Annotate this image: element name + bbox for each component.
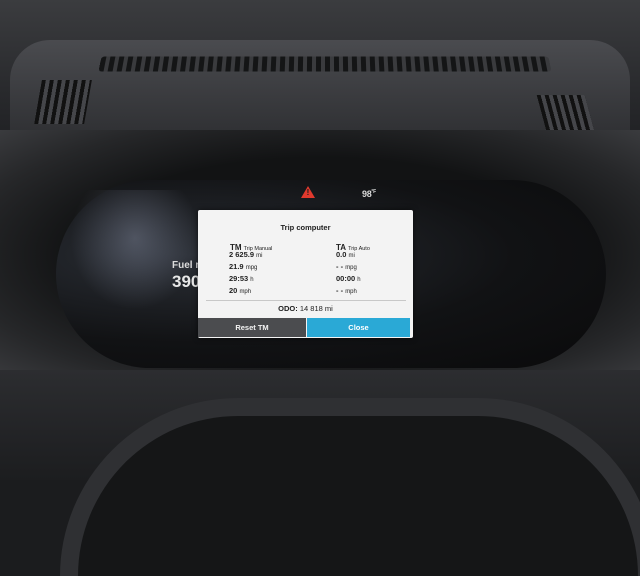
tm-speed: 20 mph	[229, 286, 251, 295]
tm-consumption-unit: mpg	[245, 265, 258, 271]
tm-speed-value: 20	[229, 286, 238, 295]
ta-time: 00:00 h	[336, 274, 361, 283]
tm-speed-unit: mph	[239, 289, 252, 295]
defrost-vent	[98, 56, 552, 72]
fuel-range-value: 390	[172, 272, 198, 291]
ta-consumption-unit: mpg	[345, 265, 357, 271]
tm-consumption: 21.9 mpg	[229, 262, 257, 271]
tm-distance: 2 625.9 mi	[229, 250, 262, 259]
ta-time-unit: h	[357, 277, 361, 283]
tm-distance-unit: mi	[256, 253, 263, 259]
temperature-unit: °F	[371, 189, 376, 195]
steering-wheel	[60, 398, 640, 576]
dialog-divider	[206, 300, 406, 301]
close-button[interactable]: Close	[307, 318, 410, 337]
tm-time-value: 29:53	[229, 274, 249, 283]
tm-distance-value: 2 625.9	[229, 250, 255, 259]
ta-distance-unit: mi	[348, 253, 355, 259]
ta-distance: 0.0 mi	[336, 250, 355, 259]
tm-time-unit: h	[250, 277, 254, 283]
odometer-value: 14 818	[299, 304, 323, 313]
tm-time: 29:53 h	[229, 274, 254, 283]
left-air-vent	[34, 80, 92, 124]
outside-temperature: 98°F	[362, 189, 376, 199]
ta-speed: - - mph	[336, 286, 357, 295]
trip-computer-dialog: Trip computer TM Trip Manual TA Trip Auto …	[198, 210, 413, 338]
ta-speed-unit: mph	[345, 289, 357, 295]
screen-glare	[70, 190, 200, 310]
ta-consumption: - - mpg	[336, 262, 357, 271]
temperature-value: 98	[362, 189, 372, 199]
ta-time-value: 00:00	[336, 274, 356, 283]
dialog-title: Trip computer	[280, 223, 331, 232]
ta-speed-value: - -	[336, 286, 344, 295]
reset-tm-button[interactable]: Reset TM	[198, 318, 306, 337]
fuel-range-label: Fuel ra	[172, 260, 198, 271]
ta-distance-value: 0.0	[336, 250, 347, 259]
odometer-label: ODO:	[278, 304, 298, 313]
tm-consumption-value: 21.9	[229, 262, 244, 271]
odometer-unit: mi	[324, 304, 333, 313]
ta-consumption-value: - -	[336, 262, 344, 271]
odometer-readout: ODO: 14 818 mi	[198, 304, 413, 313]
warning-exclamation: !	[306, 188, 310, 197]
